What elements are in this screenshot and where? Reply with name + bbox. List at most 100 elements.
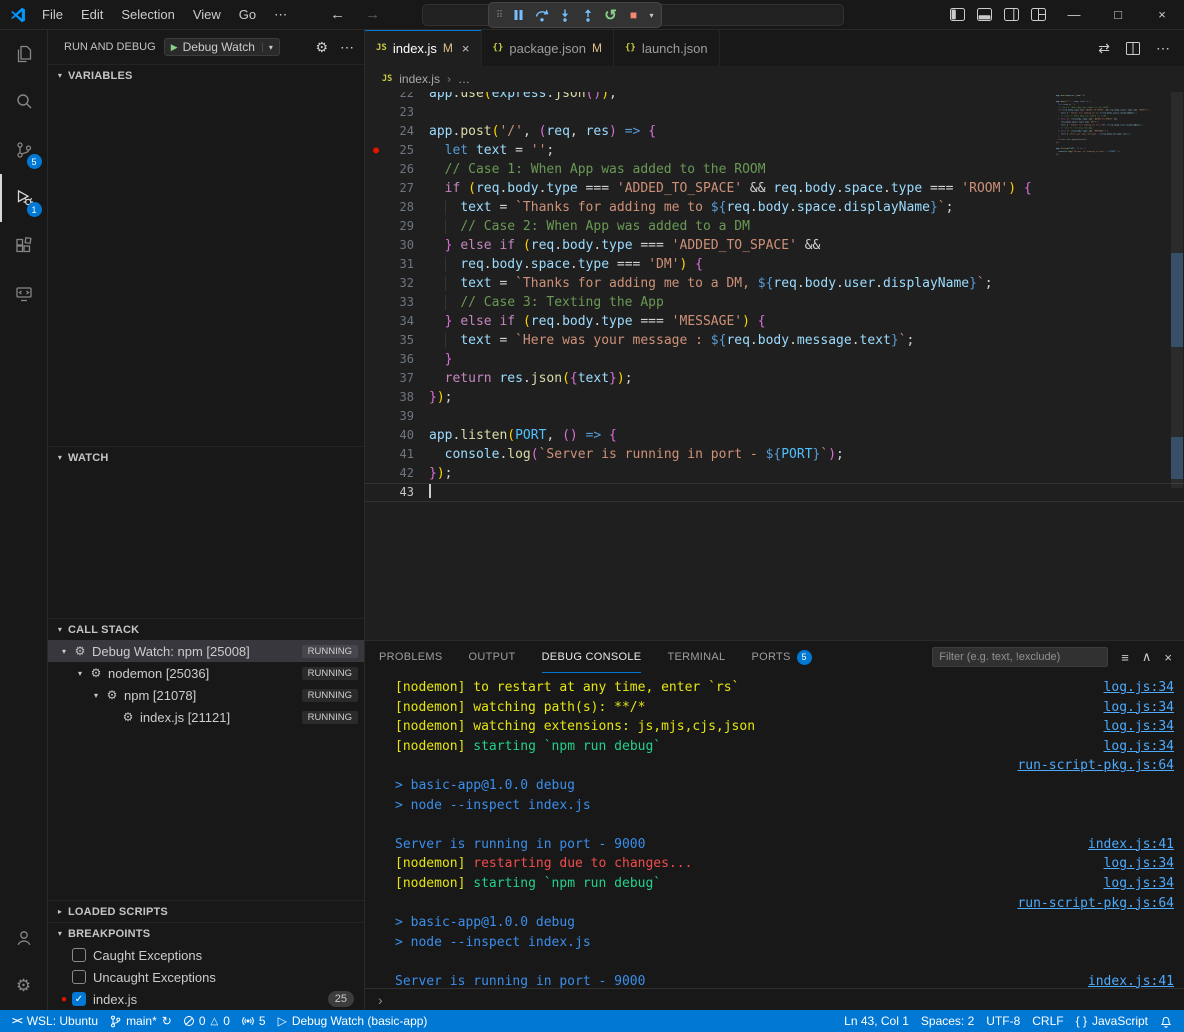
step-over-button[interactable] (531, 4, 552, 26)
breadcrumb-file[interactable]: index.js (399, 72, 440, 86)
encoding-status[interactable]: UTF-8 (980, 1010, 1026, 1032)
breakpoint-margin[interactable] (365, 445, 387, 464)
code-line-23[interactable]: 23 (365, 103, 1184, 122)
close-window-button[interactable]: × (1140, 0, 1184, 30)
panel-tab-ports[interactable]: PORTS5 (751, 641, 811, 673)
code-line-32[interactable]: 32 text = `Thanks for adding me to a DM,… (365, 274, 1184, 293)
nav-forward-icon[interactable]: → (365, 6, 380, 23)
breakpoint-dot[interactable]: ● (365, 141, 387, 160)
gutter[interactable]: 23 (365, 103, 429, 122)
customize-layout-icon[interactable] (1025, 2, 1052, 28)
code-line-39[interactable]: 39 (365, 407, 1184, 426)
call-stack-session[interactable]: ▾⚙Debug Watch: npm [25008]RUNNING (48, 640, 364, 662)
tab-index.js[interactable]: JSindex.jsM× (365, 30, 482, 66)
language-mode-status[interactable]: { } JavaScript (1070, 1010, 1154, 1032)
nav-back-icon[interactable]: ← (330, 6, 345, 23)
filter-icon[interactable]: ≡ (1121, 650, 1129, 665)
gutter[interactable]: 27 (365, 179, 429, 198)
gutter[interactable]: 30 (365, 236, 429, 255)
step-into-button[interactable] (554, 4, 575, 26)
gutter[interactable]: 29 (365, 217, 429, 236)
code-line-28[interactable]: 28 text = `Thanks for adding me to ${req… (365, 198, 1184, 217)
code-line-42[interactable]: 42}); (365, 464, 1184, 483)
code-line-30[interactable]: 30 } else if (req.body.type === 'ADDED_T… (365, 236, 1184, 255)
source-location-link[interactable]: run-script-pkg.js:64 (1001, 894, 1174, 914)
breakpoint-margin[interactable] (365, 331, 387, 350)
breakpoint-item[interactable]: Caught Exceptions (48, 944, 364, 966)
close-tab-icon[interactable]: × (462, 41, 470, 56)
breakpoint-margin[interactable] (365, 255, 387, 274)
code-line-24[interactable]: 24app.post('/', (req, res) => { (365, 122, 1184, 141)
indentation-status[interactable]: Spaces: 2 (915, 1010, 980, 1032)
breakpoint-margin[interactable] (365, 92, 387, 103)
breakpoint-margin[interactable] (365, 160, 387, 179)
search-icon[interactable] (0, 78, 48, 126)
call-stack-session[interactable]: ▾⚙npm [21078]RUNNING (48, 684, 364, 706)
breakpoint-margin[interactable] (365, 198, 387, 217)
debug-configuration-dropdown[interactable]: ▶ Debug Watch ▾ (164, 38, 280, 56)
code-line-33[interactable]: 33 // Case 3: Texting the App (365, 293, 1184, 312)
minimize-button[interactable]: — (1052, 0, 1096, 30)
settings-gear-icon[interactable]: ⚙ (0, 962, 48, 1010)
compare-changes-icon[interactable]: ⇄ (1098, 40, 1110, 57)
gutter[interactable]: 43 (365, 483, 429, 502)
breakpoint-item[interactable]: ●✓index.js25 (48, 988, 364, 1010)
code-line-29[interactable]: 29 // Case 2: When App was added to a DM (365, 217, 1184, 236)
gutter[interactable]: 41 (365, 445, 429, 464)
toggle-primary-sidebar-icon[interactable] (944, 2, 971, 28)
breakpoint-margin[interactable] (365, 312, 387, 331)
sync-icon[interactable]: ↻ (162, 1014, 172, 1028)
restart-button[interactable]: ↺ (600, 4, 621, 26)
editor-more-actions-icon[interactable]: ⋯ (1156, 40, 1170, 57)
configure-gear-icon[interactable]: ⚙ (315, 39, 328, 56)
code-line-41[interactable]: 41 console.log(`Server is running in por… (365, 445, 1184, 464)
explorer-icon[interactable] (0, 30, 48, 78)
stop-dropdown-chevron-icon[interactable]: ▾ (646, 4, 657, 26)
breakpoint-checkbox[interactable]: ✓ (72, 992, 86, 1006)
toolbar-drag-handle-icon[interactable]: ⠿ (493, 4, 506, 26)
watch-section-header[interactable]: ▾ WATCH (48, 446, 364, 468)
editor-scrollbar[interactable] (1170, 92, 1184, 640)
stop-button[interactable]: ■ (623, 4, 644, 26)
chevron-down-icon[interactable]: ▾ (56, 647, 72, 656)
toggle-secondary-sidebar-icon[interactable] (998, 2, 1025, 28)
breakpoint-margin[interactable] (365, 293, 387, 312)
code-line-35[interactable]: 35 text = `Here was your message : ${req… (365, 331, 1184, 350)
breakpoint-margin[interactable] (365, 388, 387, 407)
forwarded-ports-status[interactable]: 5 (236, 1010, 272, 1032)
menu-selection[interactable]: Selection (112, 4, 183, 26)
menu-view[interactable]: View (184, 4, 230, 26)
code-line-22[interactable]: 22app.use(express.json()); (365, 92, 1184, 103)
breakpoint-margin[interactable] (365, 274, 387, 293)
notifications-bell-icon[interactable] (1154, 1010, 1178, 1032)
start-debug-icon[interactable]: ▶ (171, 42, 178, 53)
cursor-position-status[interactable]: Ln 43, Col 1 (838, 1010, 915, 1032)
gutter[interactable]: 28 (365, 198, 429, 217)
source-location-link[interactable]: index.js:41 (1072, 972, 1174, 988)
breakpoint-margin[interactable] (365, 483, 387, 502)
gutter[interactable]: 22 (365, 92, 429, 103)
code-line-37[interactable]: 37 return res.json({text}); (365, 369, 1184, 388)
code-line-38[interactable]: 38}); (365, 388, 1184, 407)
call-stack-section-header[interactable]: ▾ CALL STACK (48, 618, 364, 640)
tab-package.json[interactable]: {}package.jsonM (482, 30, 614, 66)
panel-tab-debug-console[interactable]: DEBUG CONSOLE (542, 641, 642, 673)
debug-console-output[interactable]: [nodemon] to restart at any time, enter … (365, 673, 1184, 988)
call-stack-session[interactable]: ▾⚙nodemon [25036]RUNNING (48, 662, 364, 684)
breakpoints-section-header[interactable]: ▾ BREAKPOINTS (48, 922, 364, 944)
gutter[interactable]: 36 (365, 350, 429, 369)
panel-tab-output[interactable]: OUTPUT (469, 641, 516, 673)
run-and-debug-icon[interactable]: 1 (0, 174, 48, 222)
menu-go[interactable]: Go (230, 4, 265, 26)
code-editor[interactable]: 22app.use(express.json());2324app.post('… (365, 92, 1184, 640)
gutter[interactable]: ●25 (365, 141, 429, 160)
breakpoint-margin[interactable] (365, 426, 387, 445)
menu-overflow-icon[interactable]: ⋯ (265, 4, 296, 26)
debug-console-input[interactable]: › (365, 988, 1184, 1010)
console-filter-input[interactable] (932, 647, 1108, 667)
code-line-31[interactable]: 31 req.body.space.type === 'DM') { (365, 255, 1184, 274)
panel-tab-problems[interactable]: PROBLEMS (379, 641, 443, 673)
close-panel-icon[interactable]: × (1164, 650, 1172, 665)
toggle-panel-icon[interactable] (971, 2, 998, 28)
code-line-34[interactable]: 34 } else if (req.body.type === 'MESSAGE… (365, 312, 1184, 331)
